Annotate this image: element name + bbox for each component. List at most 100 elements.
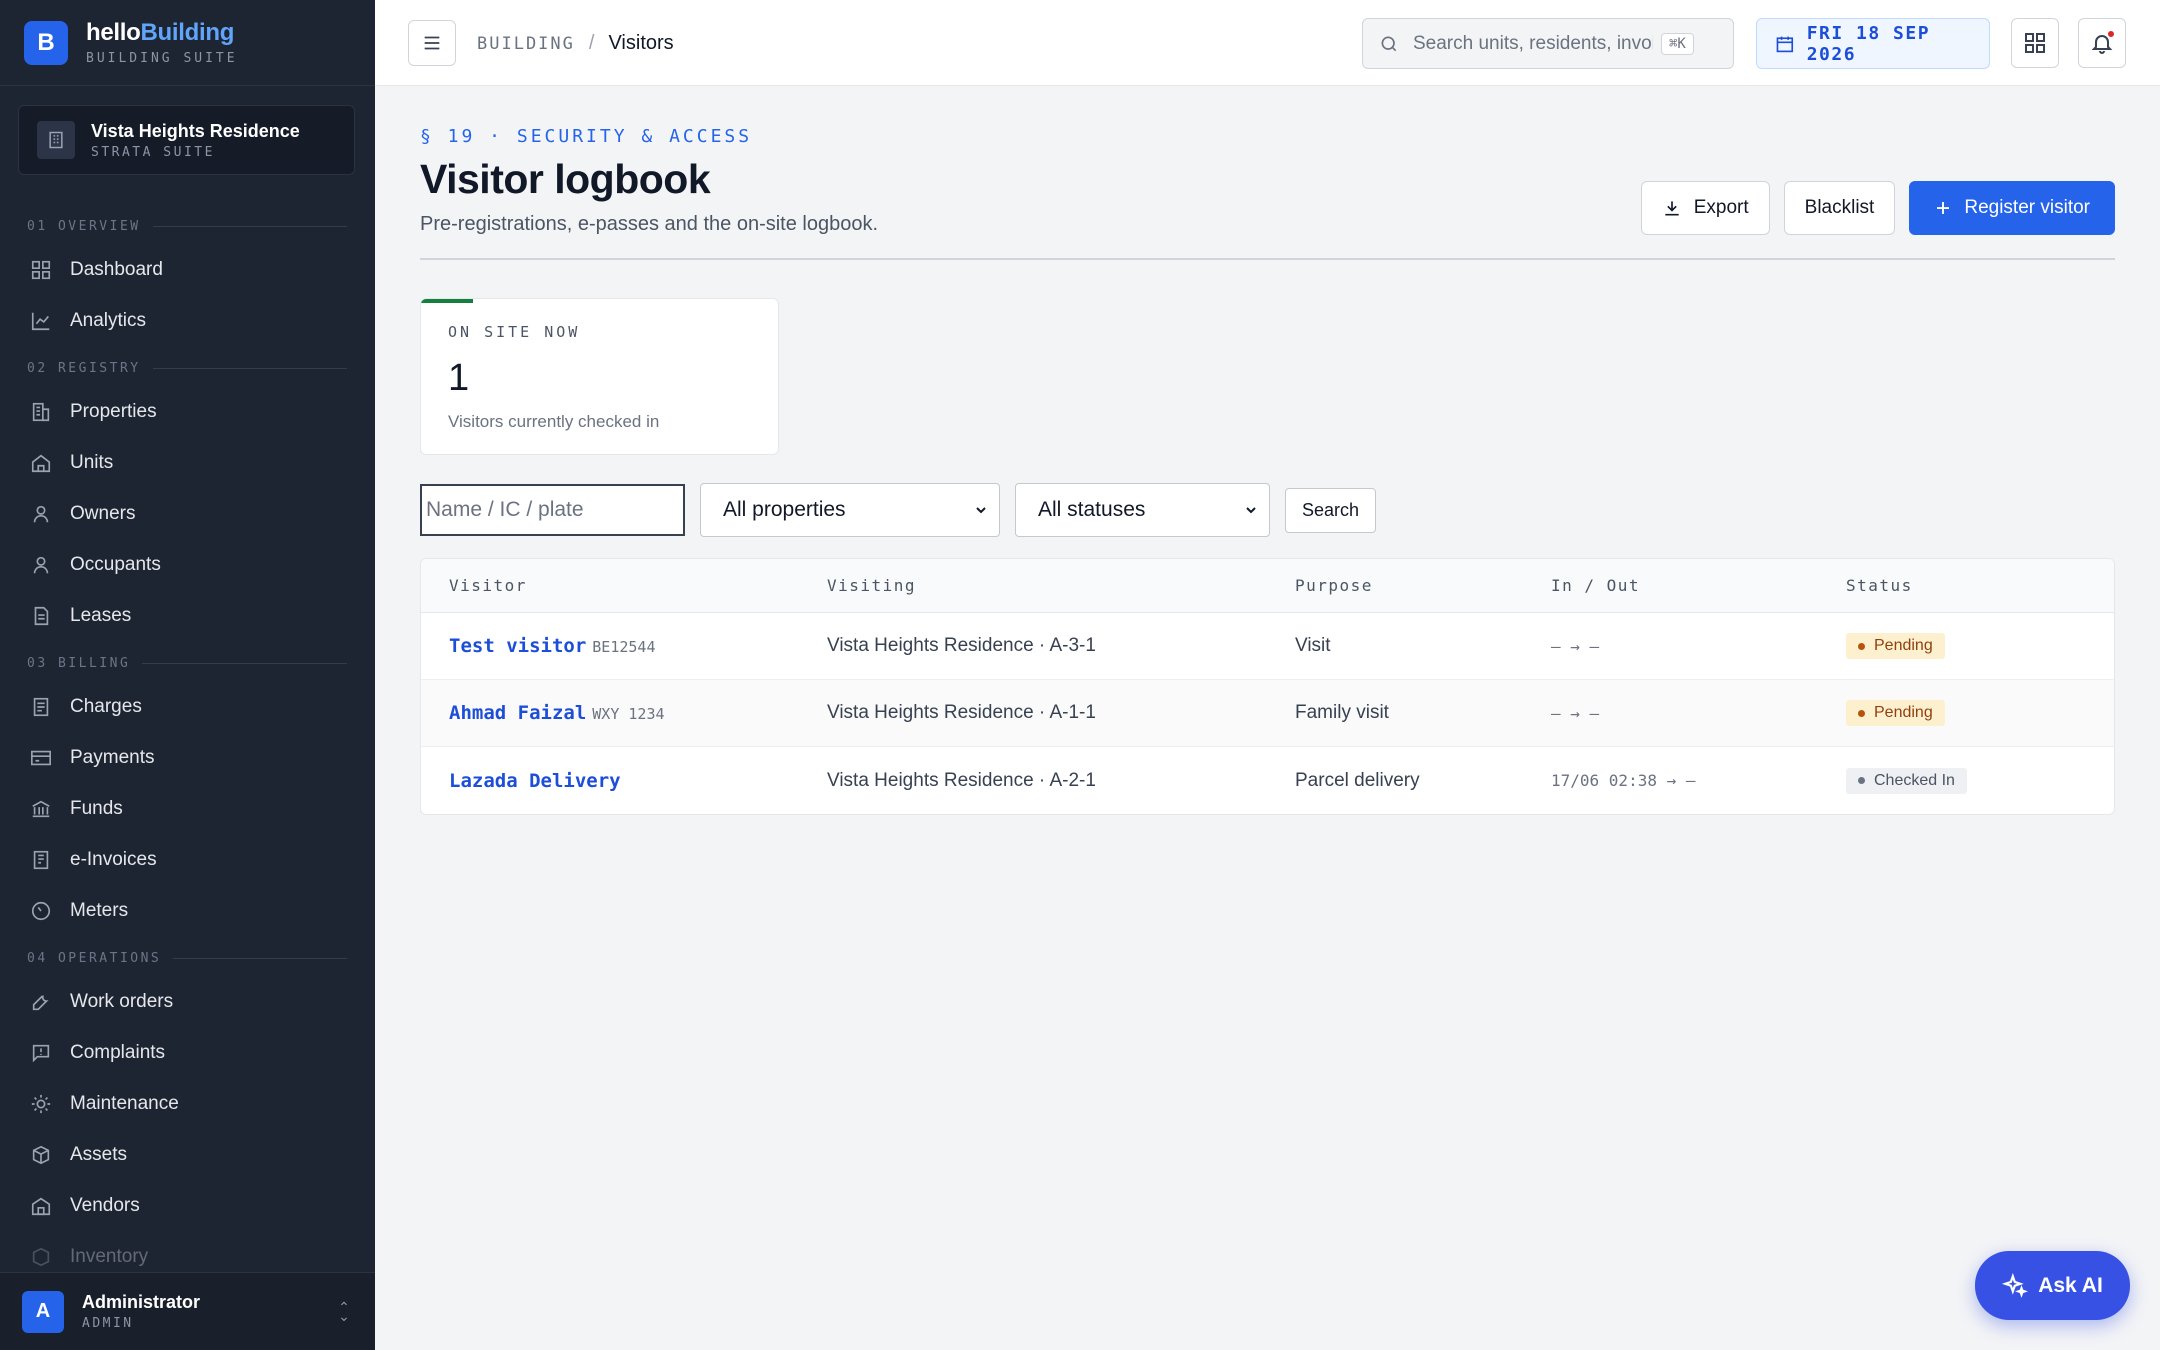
building-icon	[37, 121, 75, 159]
page-subtitle: Pre-registrations, e-passes and the on-s…	[420, 213, 879, 235]
property-select-value: All properties	[723, 498, 846, 521]
column-header-visiting[interactable]: Visiting	[827, 576, 1295, 595]
sidebar-item-meters[interactable]: Meters	[0, 885, 375, 936]
sidebar-item-occupants[interactable]: Occupants	[0, 539, 375, 590]
sidebar-item-label: Units	[70, 451, 114, 473]
sidebar: B helloBuilding BUILDING SUITE Vista Hei…	[0, 0, 375, 1350]
nav-section-overview: 01 OVERVIEW	[0, 208, 375, 244]
grid-icon	[2025, 33, 2045, 53]
column-header-purpose[interactable]: Purpose	[1295, 576, 1551, 595]
visitor-search-input[interactable]	[420, 484, 685, 536]
purpose-cell: Parcel delivery	[1295, 769, 1420, 791]
sidebar-item-analytics[interactable]: Analytics	[0, 295, 375, 346]
breadcrumb-root[interactable]: BUILDING	[477, 34, 575, 54]
stat-accent-bar	[421, 299, 473, 303]
person-icon	[33, 556, 49, 573]
status-badge: Pending	[1846, 633, 1945, 659]
current-date: FRI 18 SEP 2026	[1806, 22, 1931, 65]
sidebar-item-assets[interactable]: Assets	[0, 1129, 375, 1180]
sidebar-item-label: Payments	[70, 746, 155, 768]
in-out-cell: — → —	[1551, 636, 1600, 656]
message-alert-icon	[32, 1044, 50, 1062]
search-button[interactable]: Search	[1285, 487, 1377, 533]
visitor-name-link[interactable]: Ahmad Faizal	[449, 702, 586, 724]
sidebar-item-label: Funds	[70, 797, 123, 819]
sidebar-item-owners[interactable]: Owners	[0, 488, 375, 539]
table-row[interactable]: Lazada Delivery Vista Heights Residence …	[421, 747, 2114, 814]
sidebar-item-label: Inventory	[70, 1245, 149, 1267]
topbar: BUILDING / Visitors ⌘K FRI 18 SEP 2026	[375, 0, 2160, 86]
search-input[interactable]	[1413, 32, 1653, 55]
visitor-plate: BE12544	[592, 638, 656, 656]
calendar-icon	[1776, 36, 1794, 52]
plus-icon	[1937, 202, 1950, 214]
table-row[interactable]: Ahmad Faizal WXY 1234 Vista Heights Resid…	[421, 680, 2114, 747]
breadcrumb: BUILDING / Visitors	[477, 32, 674, 55]
column-header-in-out[interactable]: In / Out	[1551, 576, 1846, 595]
status-select[interactable]: All statuses	[1015, 483, 1270, 537]
gauge-icon	[31, 901, 51, 920]
sidebar-item-payments[interactable]: Payments	[0, 732, 375, 783]
document-icon	[34, 606, 49, 625]
purpose-cell: Visit	[1295, 635, 1331, 656]
sidebar-item-e-invoices[interactable]: e-Invoices	[0, 834, 375, 885]
sidebar-item-work-orders[interactable]: Work orders	[0, 976, 375, 1027]
sparkle-icon	[2002, 1272, 2029, 1298]
global-search[interactable]: ⌘K	[1362, 18, 1734, 69]
chevron-up-down-icon: ⌃ ⌄	[338, 1298, 350, 1324]
blacklist-button[interactable]: Blacklist	[1783, 181, 1896, 235]
sidebar-item-dashboard[interactable]: Dashboard	[0, 244, 375, 295]
in-out-cell: — → —	[1551, 703, 1600, 723]
nav-section-registry: 02 REGISTRY	[0, 350, 375, 386]
status-badge: Checked In	[1846, 767, 1967, 794]
sidebar-item-funds[interactable]: Funds	[0, 783, 375, 834]
sidebar-item-label: Maintenance	[70, 1092, 179, 1114]
brand[interactable]: B helloBuilding BUILDING SUITE	[0, 0, 375, 86]
sidebar-item-charges[interactable]: Charges	[0, 681, 375, 732]
sidebar-item-complaints[interactable]: Complaints	[0, 1027, 375, 1078]
sidebar-item-label: Meters	[70, 899, 129, 921]
user-name: Administrator	[82, 1292, 201, 1312]
breadcrumb-current: Visitors	[608, 32, 674, 54]
page-actions: Export Blacklist Register visitor	[1640, 181, 2115, 235]
ask-ai-button[interactable]: Ask AI	[1975, 1251, 2130, 1320]
sidebar-item-label: Owners	[70, 502, 136, 524]
sun-icon	[31, 1094, 51, 1113]
sidebar-item-leases[interactable]: Leases	[0, 590, 375, 641]
apps-button[interactable]	[2011, 18, 2059, 68]
receipt-icon	[33, 697, 49, 716]
sidebar-item-label: Complaints	[70, 1041, 166, 1063]
search-icon	[1381, 36, 1397, 51]
sidebar-item-properties[interactable]: Properties	[0, 386, 375, 437]
sidebar-item-label: Occupants	[70, 553, 161, 575]
sidebar-item-maintenance[interactable]: Maintenance	[0, 1078, 375, 1129]
menu-toggle-button[interactable]	[408, 20, 456, 66]
package-icon	[32, 1247, 50, 1266]
export-button[interactable]: Export	[1640, 181, 1770, 235]
status-badge: Pending	[1846, 700, 1945, 726]
wrench-icon	[32, 995, 49, 1010]
column-header-status[interactable]: Status	[1846, 576, 2114, 595]
status-select-value: All statuses	[1038, 498, 1146, 521]
user-menu[interactable]: A Administrator ADMIN ⌃ ⌄	[0, 1272, 375, 1350]
divider	[420, 258, 2115, 260]
date-picker-button[interactable]: FRI 18 SEP 2026	[1756, 18, 1990, 69]
visitor-name-link[interactable]: Lazada Delivery	[449, 770, 621, 792]
dashboard-icon	[31, 260, 51, 279]
sidebar-item-vendors[interactable]: Vendors	[0, 1180, 375, 1231]
table-row[interactable]: Test visitor BE12544 Vista Heights Reside…	[421, 613, 2114, 680]
column-header-visitor[interactable]: Visitor	[421, 576, 827, 595]
property-select[interactable]: All properties	[700, 483, 1000, 537]
visitor-name-link[interactable]: Test visitor	[449, 635, 586, 657]
nav-section-operations: 04 OPERATIONS	[0, 940, 375, 976]
sidebar-item-label: Dashboard	[70, 258, 163, 280]
nav-section-billing: 03 BILLING	[0, 645, 375, 681]
notifications-button[interactable]	[2078, 18, 2126, 68]
purpose-cell: Family visit	[1295, 702, 1389, 723]
visitor-plate: WXY 1234	[592, 705, 665, 723]
in-out-cell: 17/06 02:38 → —	[1551, 771, 1696, 790]
property-switcher[interactable]: Vista Heights Residence STRATA SUITE	[18, 105, 355, 175]
stat-card-on-site: ON SITE NOW 1 Visitors currently checked…	[420, 298, 779, 455]
sidebar-item-units[interactable]: Units	[0, 437, 375, 488]
register-visitor-button[interactable]: Register visitor	[1909, 181, 2115, 235]
